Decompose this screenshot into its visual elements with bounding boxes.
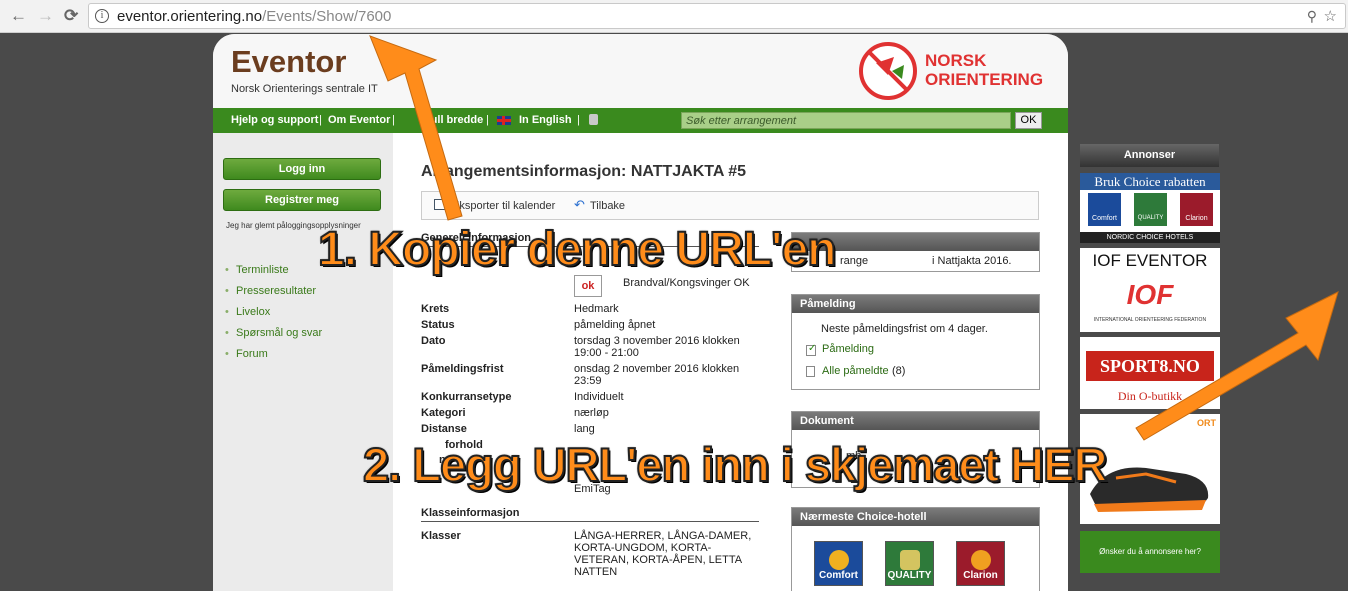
arrow-up-right <box>1135 291 1339 441</box>
step1-annotation: 1. Kopier denne URL'en <box>317 222 837 277</box>
step2-annotation: 2. Legg URL'en inn i skjemaet HER <box>362 437 1108 492</box>
annotation-arrows <box>369 35 1339 441</box>
arrow-up-left <box>369 35 463 221</box>
